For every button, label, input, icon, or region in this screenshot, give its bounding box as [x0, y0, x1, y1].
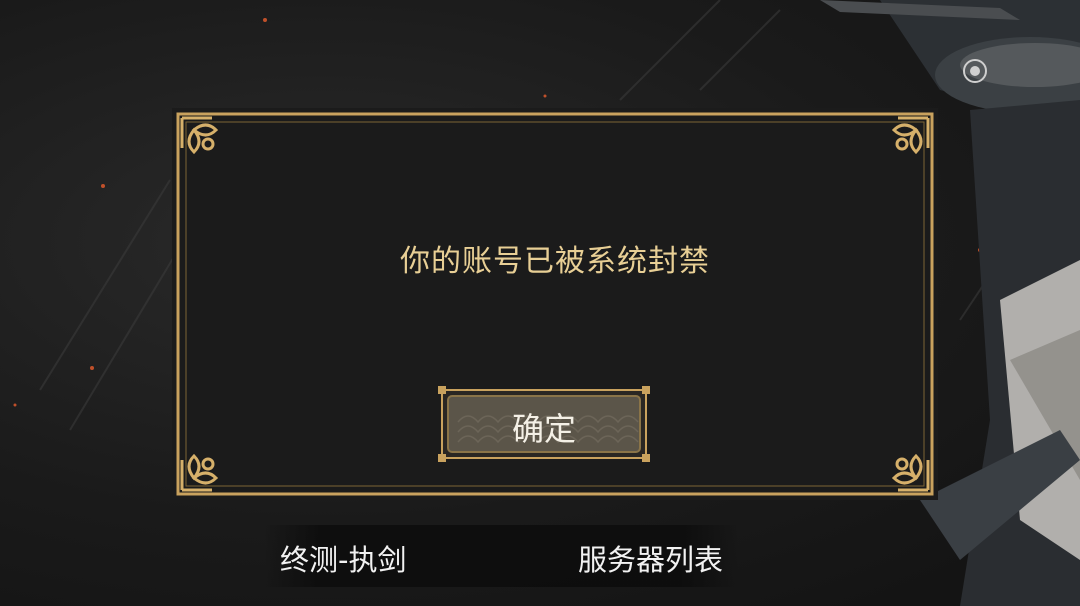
confirm-button[interactable]: 确定 [438, 386, 650, 462]
corner-ornament-icon [180, 453, 219, 492]
current-server-name[interactable]: 终测-执剑 [280, 537, 406, 579]
record-icon[interactable] [962, 58, 988, 84]
server-list-button[interactable]: 服务器列表 [578, 537, 723, 579]
corner-ornament-icon [180, 116, 219, 155]
corner-ornament-icon [891, 453, 930, 492]
confirm-button-label: 确定 [511, 410, 576, 448]
ban-message: 你的账号已被系统封禁 [400, 244, 710, 279]
bottom-bar: 终测-执剑 服务器列表 [264, 525, 738, 587]
ban-dialog: 你的账号已被系统封禁 确定 [172, 108, 938, 500]
corner-ornament-icon [891, 116, 930, 155]
